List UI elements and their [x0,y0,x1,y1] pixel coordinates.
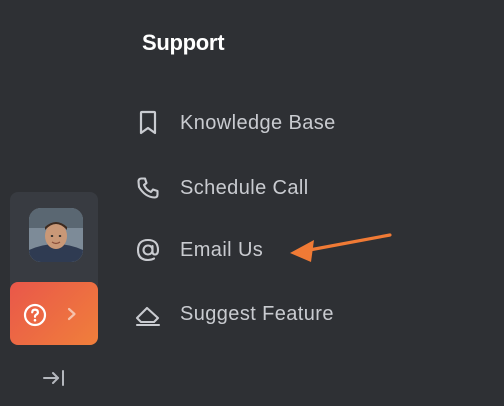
menu-item-suggest-feature[interactable]: Suggest Feature [130,292,390,336]
question-circle-icon [23,303,47,327]
at-sign-icon [133,235,163,265]
support-panel-page: Support Knowledge Base Schedule Call Ema… [0,0,504,406]
page-title: Support [142,30,225,55]
chevron-right-icon [67,307,76,321]
menu-item-label: Knowledge Base [180,111,336,134]
phone-icon [133,173,163,203]
collapse-right-icon[interactable] [40,366,68,390]
menu-item-label: Suggest Feature [180,302,334,325]
user-avatar-image [29,208,83,262]
menu-item-knowledge-base[interactable]: Knowledge Base [130,101,390,145]
bookmark-icon [133,108,163,138]
help-button[interactable] [10,282,98,345]
annotation-arrow [290,233,392,262]
menu-item-schedule-call[interactable]: Schedule Call [130,166,390,210]
menu-item-label: Email Us [180,238,264,261]
eraser-icon [133,299,163,329]
menu-item-label: Schedule Call [180,176,309,199]
avatar[interactable] [29,208,83,262]
